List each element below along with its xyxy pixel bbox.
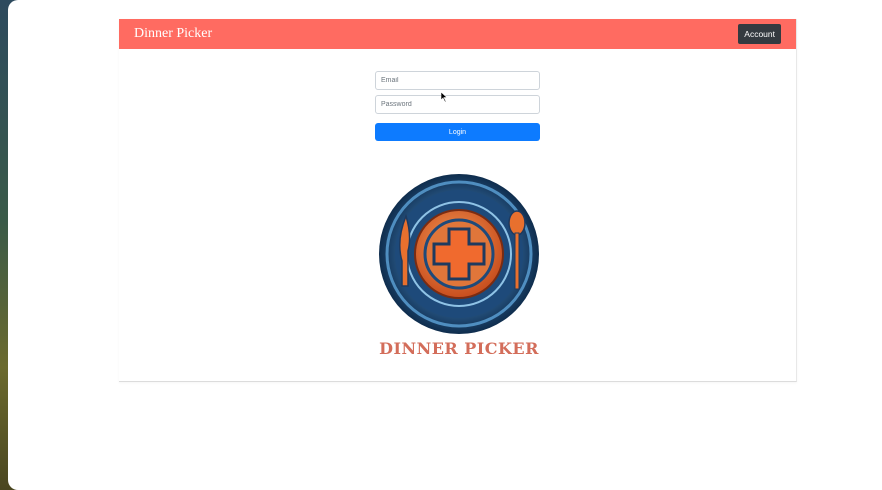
browser-window: Dinner Picker Account Login (8, 0, 882, 490)
app-card: Dinner Picker Account Login (119, 19, 797, 382)
login-form: Login (375, 71, 540, 141)
logo-text: DINNER PICKER (379, 339, 539, 358)
login-button[interactable]: Login (375, 123, 540, 141)
navbar-brand[interactable]: Dinner Picker (134, 26, 212, 42)
dinner-picker-logo: DINNER PICKER (376, 171, 542, 361)
navbar: Dinner Picker Account (119, 19, 796, 49)
mouse-cursor-icon (441, 92, 448, 102)
email-field[interactable] (375, 71, 540, 90)
password-field[interactable] (375, 95, 540, 114)
plate-plus-logo-icon (379, 174, 539, 334)
account-button[interactable]: Account (738, 24, 781, 44)
